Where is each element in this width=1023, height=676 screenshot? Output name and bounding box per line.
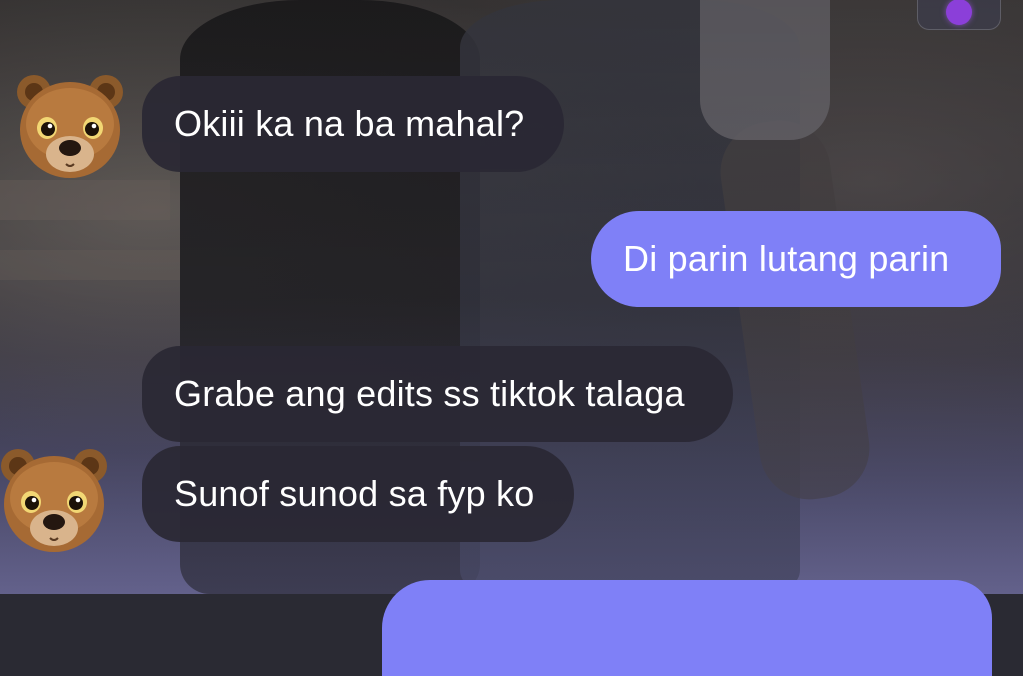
message-bubble-outgoing[interactable] (382, 580, 992, 676)
bear-avatar[interactable] (10, 66, 130, 186)
bear-face-icon (17, 75, 123, 178)
message-bubble-incoming[interactable]: Sunof sunod sa fyp ko (142, 446, 574, 542)
message-bubble-outgoing[interactable]: Di parin lutang parin (591, 211, 1001, 307)
bear-face-icon (1, 449, 107, 552)
message-bubble-incoming[interactable]: Okiii ka na ba mahal? (142, 76, 564, 172)
message-text: Sunof sunod sa fyp ko (174, 473, 535, 514)
message-bubble-incoming[interactable]: Grabe ang edits ss tiktok talaga (142, 346, 733, 442)
premium-gem-button[interactable] (917, 0, 1001, 30)
bear-avatar[interactable] (0, 440, 114, 560)
purple-gem-icon (946, 0, 972, 25)
message-text: Grabe ang edits ss tiktok talaga (174, 373, 685, 414)
message-text: Di parin lutang parin (623, 238, 950, 279)
message-text: Okiii ka na ba mahal? (174, 103, 525, 144)
